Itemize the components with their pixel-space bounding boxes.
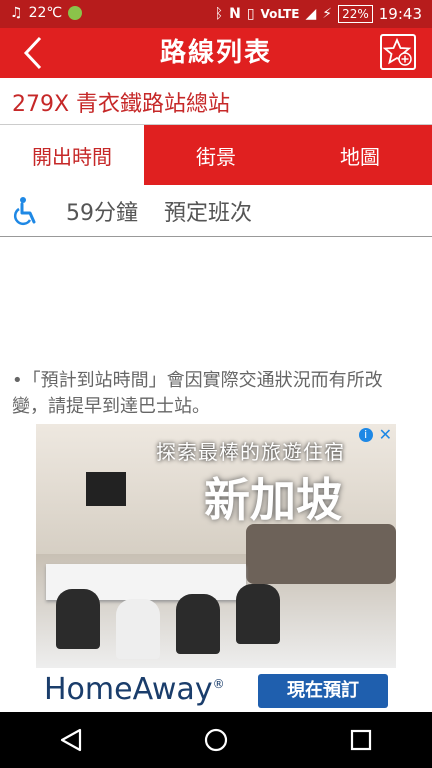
wheelchair-icon <box>13 197 36 226</box>
ad-image-chair <box>116 599 160 659</box>
tab-street-view[interactable]: 街景 <box>144 125 288 185</box>
weather-icon <box>68 6 83 20</box>
ad-brand-logo: HomeAway® <box>44 672 225 707</box>
route-title: 279X 青衣鐵路站總站 <box>12 92 231 117</box>
app-bar: 路線列表 <box>0 28 432 78</box>
lte-signal-icon: ◢ <box>305 6 317 22</box>
ad-image-tv <box>86 472 126 506</box>
page-title: 路線列表 <box>159 38 272 68</box>
ad-controls: i ✕ <box>358 427 392 443</box>
ad-image-chair <box>176 594 220 654</box>
status-bar: ♫ 22℃ ᛒ N ▯ VoLTE ◢ ⚡ 22% 19:43 <box>0 0 432 28</box>
charging-icon: ⚡ <box>322 6 333 22</box>
trip-duration: 59分鐘 <box>66 201 138 226</box>
system-nav-bar <box>0 712 432 768</box>
ad-info-icon[interactable]: i <box>358 428 373 442</box>
star-add-icon <box>383 37 412 66</box>
back-arrow-icon <box>23 36 42 70</box>
vibrate-icon: ▯ <box>246 6 255 22</box>
nfc-icon: N <box>229 6 241 22</box>
ad-book-now-button[interactable]: 現在預訂 <box>258 674 388 708</box>
clock: 19:43 <box>378 5 422 23</box>
ad-banner[interactable]: 探索最棒的旅遊住宿 新加坡 i ✕ <box>36 424 396 668</box>
ad-image-sofa <box>246 524 396 584</box>
bluetooth-icon: ᛒ <box>214 6 224 22</box>
eta-disclaimer: •「預計到站時間」會因實際交通狀況而有所改變，請提早到達巴士站。 <box>12 370 383 417</box>
nav-back-icon[interactable] <box>60 728 82 752</box>
temperature-text: 22℃ <box>28 5 63 21</box>
add-favorite-button[interactable] <box>380 34 416 70</box>
ad-image-chair <box>56 589 100 649</box>
ad-image-chair <box>236 584 280 644</box>
back-button[interactable] <box>18 36 48 70</box>
battery-indicator: 22% <box>338 5 373 23</box>
nav-home-icon[interactable] <box>203 727 229 753</box>
status-right: ᛒ N ▯ VoLTE ◢ ⚡ 22% 19:43 <box>215 5 422 23</box>
ad-headline: 探索最棒的旅遊住宿 <box>156 440 345 464</box>
schedule-label: 預定班次 <box>164 201 253 226</box>
nav-recents-icon[interactable] <box>350 729 372 751</box>
music-icon: ♫ <box>10 5 23 21</box>
ad-footer[interactable]: HomeAway® 現在預訂 <box>36 668 396 712</box>
ad-close-icon[interactable]: ✕ <box>379 427 392 443</box>
trip-info-row: 59分鐘 預定班次 <box>0 186 432 237</box>
tab-map[interactable]: 地圖 <box>288 125 432 185</box>
status-left: ♫ 22℃ <box>10 5 83 21</box>
tab-bar: 開出時間 街景 地圖 <box>0 125 432 185</box>
ad-destination: 新加坡 <box>204 473 342 527</box>
tab-departure-times[interactable]: 開出時間 <box>0 125 144 185</box>
volte-icon: VoLTE <box>260 7 300 21</box>
route-header: 279X 青衣鐵路站總站 <box>0 78 432 125</box>
